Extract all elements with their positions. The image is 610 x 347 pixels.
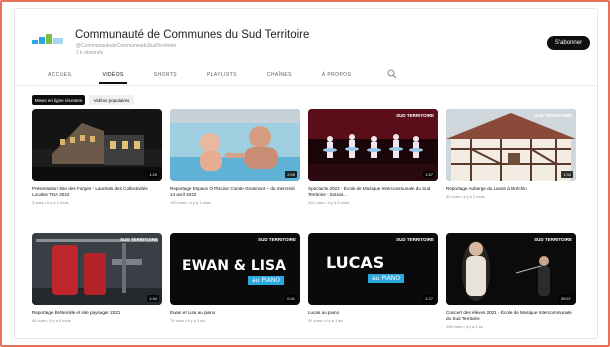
video-thumbnail[interactable]: SUD TERRITOIRE 1:57	[308, 109, 438, 181]
channel-watermark: SUD TERRITOIRE	[396, 237, 434, 242]
video-card[interactable]: SUD TERRITOIRE EWAN & LISA au PIANO 0:41…	[170, 233, 300, 323]
search-icon[interactable]	[387, 69, 397, 79]
video-thumbnail[interactable]: SUD TERRITOIRE LUCAS au PIANO 1:27	[308, 233, 438, 305]
tab-home[interactable]: ACCUEIL	[33, 70, 87, 84]
channel-logo[interactable]	[32, 31, 64, 47]
video-thumbnail[interactable]: SUD TERRITOIRE 1:34	[32, 233, 162, 305]
thumbnail-tag: au PIANO	[248, 276, 285, 285]
channel-page: Communauté de Communes du Sud Territoire…	[14, 8, 598, 339]
video-card[interactable]: SUD TERRITOIRE 39:57 Concert des élèves …	[446, 233, 576, 329]
channel-watermark: SUD TERRITOIRE	[258, 237, 296, 242]
video-duration: 2:09	[285, 171, 297, 178]
tab-about[interactable]: À PROPOS	[307, 70, 366, 84]
thumbnail-image	[446, 109, 576, 181]
video-card[interactable]: SUD TERRITOIRE LUCAS au PIANO 1:27 Lucas…	[308, 233, 438, 323]
thumbnail-title-text: LUCAS	[326, 253, 385, 272]
video-duration: 1:34	[147, 295, 159, 302]
video-meta: 84 vues • il y a 9 mois	[32, 318, 71, 323]
video-card[interactable]: SUD TERRITOIRE 1:34 Reportage Brétemille…	[32, 233, 162, 323]
video-duration: 1:27	[423, 295, 435, 302]
video-title[interactable]: Ewan et Lisa au piano	[170, 310, 296, 316]
channel-watermark: SUD TERRITOIRE	[396, 113, 434, 118]
video-thumbnail[interactable]: 1:20	[32, 109, 162, 181]
channel-watermark: SUD TERRITOIRE	[120, 237, 158, 242]
video-thumbnail[interactable]: 2:09	[170, 109, 300, 181]
video-title[interactable]: Reportage Auberge du Lavoir à Bréchin	[446, 186, 572, 192]
video-meta: 74 vues • il y a 1 an	[170, 318, 205, 323]
video-duration: 39:57	[558, 295, 573, 302]
video-title[interactable]: Lucas au piano	[308, 310, 434, 316]
video-title[interactable]: Présentation Site des Forges - Lauréats …	[32, 186, 158, 198]
tab-shorts[interactable]: SHORTS	[139, 70, 192, 84]
video-duration: 1:20	[147, 171, 159, 178]
thumbnail-tag: au PIANO	[368, 274, 405, 283]
tab-videos[interactable]: VIDÉOS	[87, 70, 138, 84]
channel-name: Communauté de Communes du Sud Territoire	[75, 29, 310, 41]
channel-watermark: SUD TERRITOIRE	[534, 113, 572, 118]
tab-playlists[interactable]: PLAYLISTS	[192, 70, 252, 84]
video-meta: 90 vues • il y a 2 mois	[446, 194, 485, 199]
video-duration: 1:57	[423, 171, 435, 178]
thumbnail-image	[32, 233, 162, 305]
filter-popular-chip[interactable]: Vidéos populaires	[89, 95, 134, 105]
channel-watermark: SUD TERRITOIRE	[534, 237, 572, 242]
video-thumbnail[interactable]: SUD TERRITOIRE EWAN & LISA au PIANO 0:41	[170, 233, 300, 305]
channel-tabs: ACCUEIL VIDÉOS SHORTS PLAYLISTS CHAÎNES …	[33, 70, 366, 84]
video-title[interactable]: Spectacle 2022 - École de Musique Interc…	[308, 186, 434, 198]
video-meta: 193 vues • il y a 1 mois	[170, 200, 211, 205]
video-duration: 0:41	[285, 295, 297, 302]
video-title[interactable]: Concert des élèves 2021 - École de Musiq…	[446, 310, 572, 322]
video-card[interactable]: 2:09 Reportage Espace O Piscine Comte Gr…	[170, 109, 300, 205]
video-thumbnail[interactable]: SUD TERRITOIRE 1:34	[446, 109, 576, 181]
video-duration: 1:34	[561, 171, 573, 178]
thumbnail-image	[308, 109, 438, 181]
video-card[interactable]: SUD TERRITOIRE 1:34 Reportage Auberge du…	[446, 109, 576, 199]
video-meta: 3 vues • il y a 1 mois	[32, 200, 69, 205]
thumbnail-title-text: EWAN & LISA	[182, 258, 286, 274]
video-card[interactable]: SUD TERRITOIRE 1:57 Spectacle 2022 - Éco…	[308, 109, 438, 205]
thumbnail-image	[446, 233, 576, 305]
video-meta: 91 vues • il y a 1 an	[308, 318, 343, 323]
subscriber-count: 1 k abonnés	[76, 50, 104, 56]
tabs-divider	[15, 85, 597, 86]
thumbnail-image	[32, 109, 162, 181]
channel-handle: @CommunautedeCommunesduSudTerritoire	[76, 43, 177, 49]
video-meta: 158 vues • il y a 1 an	[446, 324, 483, 329]
video-title[interactable]: Reportage Espace O Piscine Comte Grosmon…	[170, 186, 296, 198]
filter-recent-chip[interactable]: Mises en ligne récentes	[32, 95, 85, 105]
video-thumbnail[interactable]: SUD TERRITOIRE 39:57	[446, 233, 576, 305]
tab-channels[interactable]: CHAÎNES	[252, 70, 307, 84]
video-meta: 102 vues • il y a 2 mois	[308, 200, 349, 205]
video-title[interactable]: Reportage Brétemille et site paysager 20…	[32, 310, 158, 316]
subscribe-button[interactable]: S'abonner	[547, 36, 590, 50]
thumbnail-image	[170, 109, 300, 181]
video-card[interactable]: 1:20 Présentation Site des Forges - Laur…	[32, 109, 162, 205]
